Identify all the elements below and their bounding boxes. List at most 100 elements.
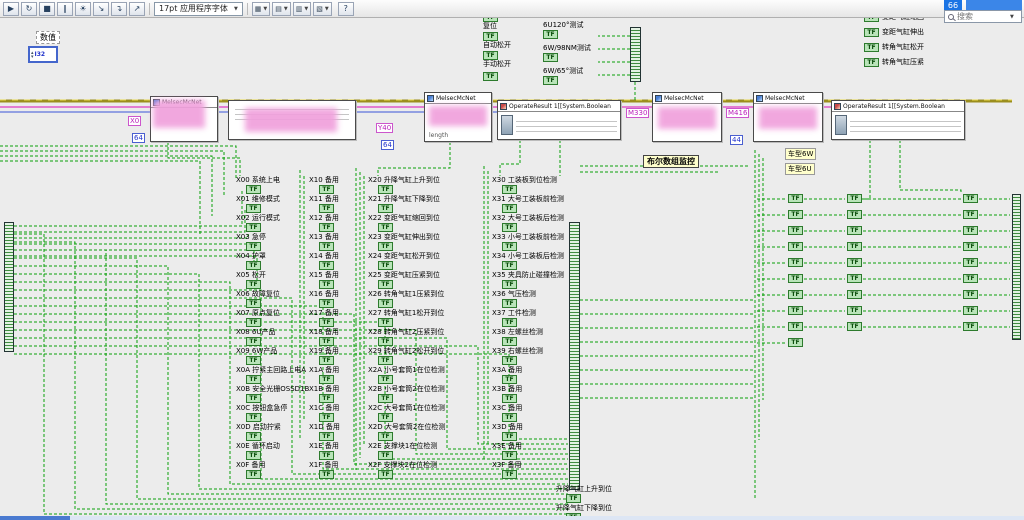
signal-row[interactable]: X0E 循环启动 TF xyxy=(236,442,309,461)
boolean-terminal[interactable]: TF xyxy=(847,258,862,267)
boolean-terminal[interactable]: TF xyxy=(246,242,261,251)
boolean-terminal[interactable]: TF xyxy=(502,337,517,346)
terminal-label[interactable]: 转角气缸压紧 xyxy=(882,58,924,67)
boolean-terminal[interactable]: TF xyxy=(502,318,517,327)
signal-row[interactable]: X23 变距气缸伸出到位 TF xyxy=(368,233,445,252)
boolean-terminal[interactable]: TF xyxy=(378,413,393,422)
signal-row[interactable]: 升降气缸上升到位 TF xyxy=(556,485,612,504)
boolean-terminal[interactable]: TF xyxy=(788,322,803,331)
boolean-terminal[interactable]: TF xyxy=(246,375,261,384)
signal-label[interactable]: X13 备用 xyxy=(309,233,340,242)
signal-label[interactable]: X0E 循环启动 xyxy=(236,442,309,451)
signal-label[interactable]: X32 大号工装板后检测 xyxy=(492,214,564,223)
boolean-terminal[interactable]: TF xyxy=(788,338,803,347)
signal-label[interactable]: X20 升降气缸上升到位 xyxy=(368,176,445,185)
boolean-terminal[interactable]: TF xyxy=(963,226,978,235)
boolean-terminal[interactable]: TF xyxy=(319,185,334,194)
signal-row[interactable]: X1E 备用 TF xyxy=(309,442,340,461)
boolean-terminal[interactable]: TF xyxy=(502,223,517,232)
signal-label[interactable]: X1F 备用 xyxy=(309,461,340,470)
signal-label[interactable]: X33 小号工装板前检测 xyxy=(492,233,564,242)
signal-row[interactable]: X05 松开 TF xyxy=(236,271,309,290)
numeric-constant-64a[interactable]: 64 xyxy=(132,133,145,143)
boolean-terminal[interactable]: TF xyxy=(502,261,517,270)
boolean-array-terminal-center[interactable] xyxy=(569,222,580,490)
boolean-terminal[interactable]: TF xyxy=(502,413,517,422)
boolean-terminal[interactable]: TF xyxy=(788,274,803,283)
signal-label[interactable]: X30 工装板到位检测 xyxy=(492,176,564,185)
signal-label[interactable]: X03 急停 xyxy=(236,233,309,242)
operate-result-node-1[interactable]: OperateResult 1[[System.Boolean xyxy=(497,100,621,140)
signal-row[interactable]: X1B 备用 TF xyxy=(309,385,340,404)
signal-label[interactable]: 升降气缸下降到位 xyxy=(556,504,612,513)
signal-row[interactable]: X28 转角气缸2压紧到位 TF xyxy=(368,328,445,347)
toolbar-button[interactable]: ↴ xyxy=(111,1,127,16)
toolbar-button[interactable]: ☀ xyxy=(75,1,91,16)
toolbar-dropdown-button[interactable]: ▧ ▼ xyxy=(313,1,332,16)
boolean-array-terminal-top[interactable] xyxy=(630,27,641,82)
boolean-terminal[interactable]: TF xyxy=(788,226,803,235)
boolean-terminal[interactable]: TF xyxy=(847,226,862,235)
signal-label[interactable]: X02 运行模式 xyxy=(236,214,309,223)
signal-row[interactable]: X04 护罩 TF xyxy=(236,252,309,271)
boolean-terminal[interactable]: TF xyxy=(319,280,334,289)
signal-row[interactable]: X2D 大号套筒2在位检测 TF xyxy=(368,423,445,442)
boolean-terminal[interactable]: TF xyxy=(788,306,803,315)
signal-row[interactable]: X22 变距气缸缩回到位 TF xyxy=(368,214,445,233)
boolean-terminal[interactable]: TF xyxy=(847,210,862,219)
toolbar-button[interactable]: ↻ xyxy=(21,1,37,16)
signal-label[interactable]: X1C 备用 xyxy=(309,404,340,413)
free-label-bool-monitor[interactable]: 布尔数组监控 xyxy=(643,155,699,168)
toolbar-dropdown-button[interactable]: ▤ ▼ xyxy=(272,1,291,16)
boolean-terminal[interactable]: TF xyxy=(378,204,393,213)
signal-row[interactable]: X3A 备用 TF xyxy=(492,366,564,385)
boolean-terminal[interactable]: TF xyxy=(483,32,498,41)
signal-label[interactable]: X01 维修模式 xyxy=(236,195,309,204)
melsec-node-3[interactable]: MelsecMcNet xyxy=(652,92,722,142)
signal-row[interactable]: X07 原点复位 TF xyxy=(236,309,309,328)
boolean-terminal[interactable]: TF xyxy=(847,274,862,283)
boolean-terminal[interactable]: TF xyxy=(246,356,261,365)
signal-row[interactable]: X15 备用 TF xyxy=(309,271,340,290)
signal-row[interactable]: X2C 大号套筒1在位检测 TF xyxy=(368,404,445,423)
boolean-terminal[interactable]: TF xyxy=(378,470,393,479)
signal-row[interactable]: X01 维修模式 TF xyxy=(236,195,309,214)
boolean-terminal[interactable]: TF xyxy=(847,194,862,203)
signal-row[interactable]: X1D 备用 TF xyxy=(309,423,340,442)
boolean-terminal[interactable]: TF xyxy=(378,432,393,441)
signal-label[interactable]: X17 备用 xyxy=(309,309,340,318)
boolean-terminal[interactable]: TF xyxy=(788,194,803,203)
terminal-label[interactable]: 6U120°测试 xyxy=(543,21,591,30)
boolean-terminal[interactable]: TF xyxy=(847,322,862,331)
string-constant-m416[interactable]: M416 xyxy=(726,108,750,118)
signal-row[interactable]: X13 备用 TF xyxy=(309,233,340,252)
signal-row[interactable]: X14 备用 TF xyxy=(309,252,340,271)
string-constant-x0[interactable]: X0 xyxy=(128,116,142,126)
boolean-terminal[interactable]: TF xyxy=(319,337,334,346)
boolean-terminal[interactable]: TF xyxy=(502,280,517,289)
signal-label[interactable]: X12 备用 xyxy=(309,214,340,223)
boolean-terminal[interactable]: TF xyxy=(543,30,558,39)
toolbar-dropdown-button[interactable]: ▥ ▼ xyxy=(292,1,312,16)
boolean-terminal[interactable]: TF xyxy=(502,356,517,365)
boolean-terminal[interactable]: TF xyxy=(319,318,334,327)
boolean-terminal[interactable]: TF xyxy=(319,242,334,251)
boolean-terminal[interactable]: TF xyxy=(319,432,334,441)
signal-row[interactable]: X11 备用 TF xyxy=(309,195,340,214)
boolean-with-label[interactable]: TF 变距气缸伸出 xyxy=(864,25,924,40)
signal-row[interactable]: X0D 启动拧紧 TF xyxy=(236,423,309,442)
signal-row[interactable]: X32 大号工装板后检测 TF xyxy=(492,214,564,233)
boolean-terminal[interactable]: TF xyxy=(864,28,879,37)
terminal-label[interactable]: 转角气缸松开 xyxy=(882,43,924,52)
toolbar-button[interactable]: ∥ xyxy=(57,1,73,16)
signal-row[interactable]: X18 备用 TF xyxy=(309,328,340,347)
boolean-terminal[interactable]: TF xyxy=(378,280,393,289)
boolean-terminal[interactable]: TF xyxy=(788,210,803,219)
signal-label[interactable]: X2D 大号套筒2在位检测 xyxy=(368,423,445,432)
terminal-label[interactable]: 自动松开 xyxy=(483,41,511,50)
signal-label[interactable]: X3D 备用 xyxy=(492,423,564,432)
boolean-terminal[interactable]: TF xyxy=(246,451,261,460)
signal-label[interactable]: X36 气压检测 xyxy=(492,290,564,299)
signal-label[interactable]: X0D 启动拧紧 xyxy=(236,423,309,432)
boolean-terminal[interactable]: TF xyxy=(319,451,334,460)
